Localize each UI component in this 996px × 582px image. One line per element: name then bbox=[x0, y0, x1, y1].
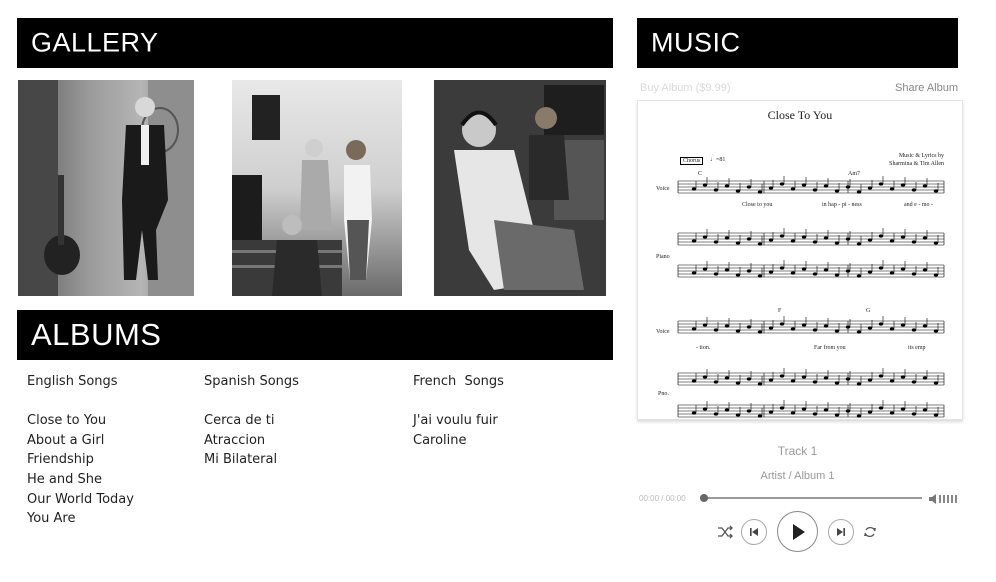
play-button[interactable] bbox=[777, 511, 818, 552]
album-french-songs: French Songs J'ai voulu fuir Caroline bbox=[413, 372, 504, 450]
progress-knob[interactable] bbox=[700, 494, 708, 502]
next-icon bbox=[837, 528, 845, 536]
song-link[interactable]: Caroline bbox=[413, 431, 504, 451]
music-header: MUSIC bbox=[637, 18, 958, 68]
lyric: in hap - pi - ness bbox=[822, 202, 862, 208]
staff-label: Voice bbox=[656, 329, 670, 335]
song-link[interactable]: Friendship bbox=[27, 450, 134, 470]
music-title: MUSIC bbox=[651, 27, 741, 58]
buy-album-button[interactable]: Buy Album ($9.99) bbox=[640, 82, 731, 94]
song-link[interactable]: About a Girl bbox=[27, 431, 134, 451]
chord-label: C bbox=[698, 171, 703, 177]
credits-line: Sharmina & Tim Allen bbox=[889, 161, 944, 167]
chord-label: Am7 bbox=[848, 171, 860, 177]
share-album-button[interactable]: Share Album bbox=[895, 82, 958, 94]
progress-bar[interactable] bbox=[700, 494, 922, 502]
album-heading: English Songs bbox=[27, 374, 118, 389]
album-heading: French Songs bbox=[413, 374, 504, 389]
previous-icon bbox=[750, 528, 758, 536]
album-spanish-songs: Spanish Songs Cerca de ti Atraccion Mi B… bbox=[204, 372, 299, 470]
sheet-music-staves bbox=[677, 176, 945, 418]
song-link[interactable]: Close to You bbox=[27, 411, 134, 431]
shuffle-icon[interactable] bbox=[716, 524, 734, 540]
song-link[interactable]: Cerca de ti bbox=[204, 411, 299, 431]
repeat-icon[interactable] bbox=[862, 524, 878, 540]
track-title: Track 1 bbox=[777, 444, 818, 458]
track-time: 00:00 / 00:00 bbox=[639, 494, 686, 503]
song-link[interactable]: He and She bbox=[27, 470, 134, 490]
song-link[interactable]: Our World Today bbox=[27, 490, 134, 510]
staff-label: Piano bbox=[656, 254, 670, 260]
albums-title: ALBUMS bbox=[31, 317, 162, 352]
track-artist: Artist / Album 1 bbox=[760, 470, 835, 482]
chord-label: G bbox=[866, 308, 871, 314]
gallery-photo-recording[interactable] bbox=[434, 80, 606, 296]
volume-icon[interactable] bbox=[928, 491, 958, 505]
tempo-mark: ♩=81 bbox=[710, 157, 726, 163]
song-link[interactable]: Mi Bilateral bbox=[204, 450, 299, 470]
gallery-photo-studio[interactable] bbox=[232, 80, 402, 296]
album-heading: Spanish Songs bbox=[204, 374, 299, 389]
sheet-song-title: Close To You bbox=[767, 108, 833, 122]
sheet-credits: Music & Lyrics by Sharmina & Tim Allen bbox=[889, 152, 944, 168]
album-english-songs: English Songs Close to You About a Girl … bbox=[27, 372, 134, 529]
next-button[interactable] bbox=[828, 519, 854, 545]
lyric: and e - mo - bbox=[904, 202, 933, 208]
credits-line: Music & Lyrics by bbox=[898, 153, 944, 159]
song-link[interactable]: J'ai voulu fuir bbox=[413, 411, 504, 431]
album-actions: Buy Album ($9.99) Share Album bbox=[640, 82, 958, 98]
lyric: Close to you bbox=[742, 202, 773, 208]
lyric: its emp bbox=[908, 345, 926, 351]
sheet-music-cover: Close To You Music & Lyrics by Sharmina … bbox=[637, 100, 963, 420]
song-link[interactable]: Atraccion bbox=[204, 431, 299, 451]
gallery-photo-singer[interactable] bbox=[18, 80, 194, 296]
gallery-title: GALLERY bbox=[31, 27, 159, 58]
staff-label: Pno. bbox=[658, 391, 669, 397]
albums-header: ALBUMS bbox=[17, 310, 613, 360]
gallery-header: GALLERY bbox=[17, 18, 613, 68]
previous-button[interactable] bbox=[741, 519, 767, 545]
play-icon bbox=[792, 523, 805, 540]
section-tag: Chorus bbox=[680, 157, 704, 165]
chord-label: F bbox=[778, 308, 782, 314]
staff-label: Voice bbox=[656, 186, 670, 192]
lyric: Far from you bbox=[814, 345, 846, 351]
song-link[interactable]: You Are bbox=[27, 509, 134, 529]
lyric: - tion. bbox=[696, 345, 711, 351]
